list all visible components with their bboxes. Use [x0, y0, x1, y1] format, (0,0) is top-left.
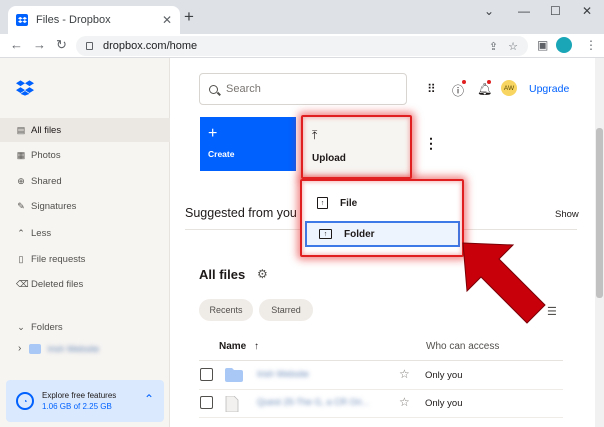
page-scrollbar[interactable] — [595, 58, 604, 427]
sidebar-item-label: Deleted files — [31, 278, 84, 290]
filter-starred[interactable]: Starred — [259, 299, 313, 321]
row-checkbox[interactable] — [200, 368, 213, 381]
dropdown-highlight-frame — [300, 179, 464, 257]
sidebar-item-deleted-files[interactable]: ⌫ Deleted files — [0, 272, 170, 296]
all-files-title: All files — [199, 267, 246, 282]
url-text: dropbox.com/home — [103, 40, 198, 52]
dropbox-favicon-icon — [16, 14, 28, 26]
sidebar-item-photos[interactable]: ▦ Photos — [0, 143, 170, 167]
tab-close-icon[interactable]: ✕ — [162, 13, 172, 27]
sidebar-item-label: File requests — [31, 253, 86, 265]
row-checkbox[interactable] — [200, 396, 213, 409]
create-label: Create — [208, 149, 235, 159]
storage-meter-icon: ◔ — [16, 392, 34, 410]
file-icon — [225, 395, 239, 415]
side-panel-icon[interactable]: ▣ — [537, 38, 548, 52]
share-icon[interactable]: ⇪ — [489, 40, 498, 53]
folder-icon — [29, 343, 42, 354]
star-icon[interactable]: ☆ — [399, 395, 410, 409]
trash-icon: ⌫ — [16, 278, 29, 289]
star-icon[interactable]: ☆ — [399, 367, 410, 381]
folder-name: Irish Website — [47, 343, 100, 354]
access-text: Only you — [425, 370, 463, 381]
tab-search-icon[interactable]: ⌄ — [484, 4, 494, 18]
browser-tab[interactable]: Files - Dropbox ✕ — [8, 6, 180, 34]
sidebar-item-label: Signatures — [31, 200, 77, 212]
tab-title: Files - Dropbox — [36, 14, 111, 26]
chevron-down-icon: ⌄ — [17, 321, 25, 332]
sidebar-item-label: Less — [31, 227, 52, 239]
sidebar-item-less[interactable]: ⌃ Less — [0, 221, 170, 245]
sidebar: ▤ All files ▦ Photos ⊕ Shared ✎ Signatur… — [0, 58, 170, 427]
chevron-up-icon[interactable]: ⌃ — [144, 392, 154, 406]
help-badge-dot — [462, 80, 466, 84]
file-requests-icon: ▯ — [18, 253, 24, 264]
more-options-icon[interactable]: ⋮ — [424, 136, 438, 150]
folder-icon — [225, 368, 243, 385]
photos-icon: ▦ — [16, 149, 26, 160]
minimize-icon[interactable]: — — [518, 4, 530, 18]
pointer-arrow-icon — [462, 242, 546, 324]
storage-title: Explore free features — [42, 391, 117, 400]
lock-icon — [86, 42, 93, 50]
file-name[interactable]: Irish Website — [257, 369, 309, 379]
file-name[interactable]: Quest 25-The G, a CR Ori... — [257, 397, 369, 407]
reload-icon[interactable]: ↻ — [56, 38, 67, 52]
browser-tab-bar: Files - Dropbox ✕ + ⌄ — ☐ ✕ — [0, 0, 604, 34]
files-icon: ▤ — [16, 124, 26, 135]
gear-icon[interactable]: ⚙ — [257, 267, 268, 281]
sidebar-item-label: Shared — [31, 175, 62, 187]
address-bar[interactable]: dropbox.com/home ⇪ ☆ — [76, 36, 528, 56]
column-name-label: Name — [219, 341, 247, 352]
upgrade-link[interactable]: Upgrade — [529, 83, 569, 95]
filter-recents[interactable]: Recents — [199, 299, 253, 321]
bookmark-star-icon[interactable]: ☆ — [508, 40, 518, 53]
sidebar-folder-item[interactable]: › Irish Website — [18, 343, 99, 354]
forward-arrow-icon[interactable]: → — [33, 38, 46, 52]
dropbox-logo-icon[interactable] — [16, 80, 34, 99]
sidebar-item-all-files[interactable]: ▤ All files — [0, 118, 170, 142]
access-text: Only you — [425, 398, 463, 409]
sidebar-item-signatures[interactable]: ✎ Signatures — [0, 194, 170, 218]
table-header-divider — [199, 360, 563, 361]
sidebar-folders-header[interactable]: ⌄ Folders — [0, 315, 170, 339]
browser-menu-icon[interactable]: ⋮ — [585, 38, 597, 52]
table-row[interactable]: Quest 25-The G, a CR Ori... ☆ Only you — [199, 390, 563, 418]
sidebar-item-shared[interactable]: ⊕ Shared — [0, 169, 170, 193]
search-input[interactable]: Search — [199, 73, 407, 105]
chevron-right-icon[interactable]: › — [18, 343, 21, 354]
maximize-icon[interactable]: ☐ — [550, 4, 561, 18]
storage-usage: 1.06 GB of 2.25 GB — [42, 402, 112, 411]
browser-toolbar: ← → ↻ dropbox.com/home ⇪ ☆ ▣ ⋮ — [0, 34, 604, 58]
sort-arrow-icon: ↑ — [254, 341, 260, 352]
avatar[interactable]: AW — [501, 80, 517, 96]
plus-icon: + — [208, 125, 218, 142]
signatures-icon: ✎ — [17, 200, 25, 211]
column-header-name[interactable]: Name ↑ — [219, 341, 259, 352]
profile-avatar-icon[interactable] — [556, 37, 572, 53]
storage-banner[interactable]: ◔ Explore free features 1.06 GB of 2.25 … — [6, 380, 164, 422]
shared-icon: ⊕ — [17, 175, 25, 186]
table-row[interactable]: Irish Website ☆ Only you — [199, 362, 563, 390]
close-window-icon[interactable]: ✕ — [582, 4, 592, 18]
sidebar-item-label: Photos — [31, 149, 61, 161]
help-icon[interactable]: ⓘ — [452, 82, 464, 99]
scroll-thumb[interactable] — [596, 128, 603, 298]
chevron-up-icon: ⌃ — [17, 227, 25, 238]
search-icon — [209, 84, 218, 94]
column-header-access: Who can access — [426, 341, 500, 352]
upload-highlight-frame — [301, 115, 412, 179]
new-tab-button[interactable]: + — [184, 8, 194, 25]
bell-icon[interactable]: 🔔︎ — [477, 82, 492, 96]
back-arrow-icon[interactable]: ← — [10, 38, 23, 52]
notification-badge-dot — [487, 80, 491, 84]
create-button[interactable]: + Create — [200, 117, 296, 171]
suggested-title: Suggested from you — [185, 206, 297, 220]
show-link[interactable]: Show — [555, 209, 579, 220]
apps-grid-icon[interactable]: ⠿ — [427, 82, 436, 96]
sidebar-item-file-requests[interactable]: ▯ File requests — [0, 247, 170, 271]
folders-label: Folders — [31, 321, 63, 333]
sidebar-item-label: All files — [31, 124, 62, 136]
search-placeholder: Search — [226, 83, 261, 95]
